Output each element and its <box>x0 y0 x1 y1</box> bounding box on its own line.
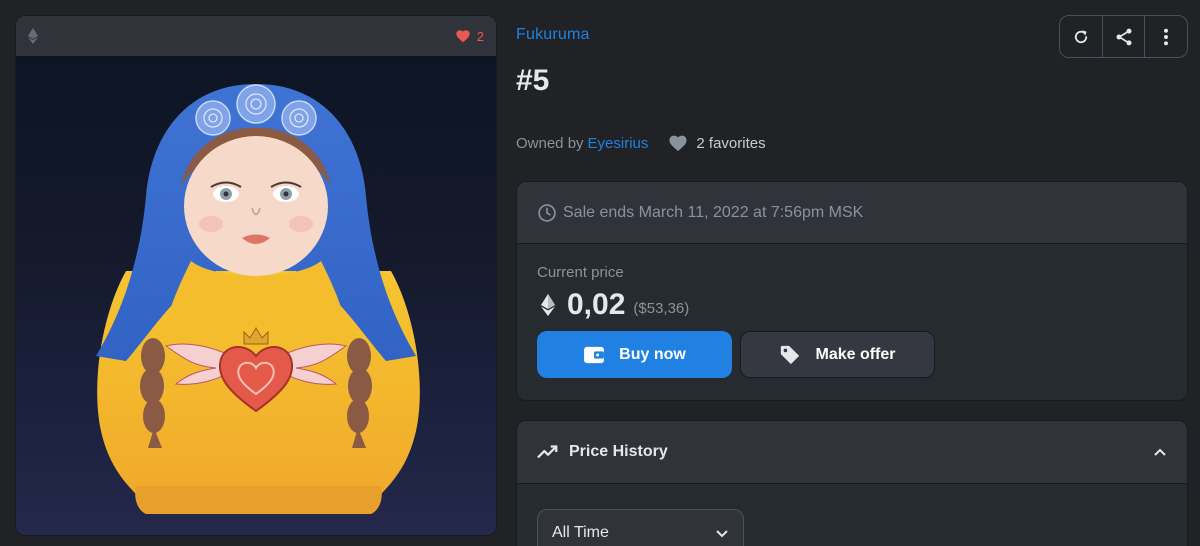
buy-now-button[interactable]: Buy now <box>537 331 732 378</box>
share-button[interactable] <box>1102 16 1146 57</box>
price-history-panel: Price History All Time <box>516 420 1188 546</box>
price-usd: ($53,36) <box>633 299 690 317</box>
media-header: 2 <box>16 16 496 56</box>
buy-now-label: Buy now <box>619 345 686 363</box>
price-row: 0,02 ($53,36) <box>537 287 1167 323</box>
owned-by-label: Owned by <box>516 134 584 152</box>
matryoshka-artwork <box>96 84 420 514</box>
tag-icon <box>781 345 800 364</box>
chevron-up-icon[interactable] <box>1153 447 1167 457</box>
refresh-button[interactable] <box>1060 16 1103 57</box>
favorite-toggle[interactable]: 2 <box>455 29 484 44</box>
heart-icon <box>669 135 687 152</box>
more-icon <box>1164 28 1169 45</box>
price-section: Current price 0,02 ($53,36) Buy now Make… <box>517 244 1187 400</box>
ethereum-icon <box>27 28 39 44</box>
current-price-label: Current price <box>537 264 624 281</box>
item-title: #5 <box>516 64 550 97</box>
owner-link[interactable]: Eyesirius <box>588 135 649 152</box>
favorites-count-text[interactable]: 2 favorites <box>696 135 765 152</box>
time-range-select[interactable]: All Time <box>537 509 744 546</box>
make-offer-button[interactable]: Make offer <box>740 331 935 378</box>
price-history-body: All Time <box>517 484 1187 546</box>
price-history-header[interactable]: Price History <box>517 421 1187 484</box>
price-history-title: Price History <box>569 443 668 460</box>
ethereum-icon <box>541 294 555 316</box>
trending-chart-icon <box>537 445 558 459</box>
wallet-icon <box>584 346 605 363</box>
item-toolbar <box>1059 15 1188 58</box>
sale-panel: Sale ends March 11, 2022 at 7:56pm MSK C… <box>516 181 1188 401</box>
favorite-count: 2 <box>476 28 484 44</box>
chevron-down-icon <box>716 530 728 538</box>
share-icon <box>1116 28 1131 45</box>
owner-row: Owned by Eyesirius 2 favorites <box>516 132 766 154</box>
sale-end-text: Sale ends March 11, 2022 at 7:56pm MSK <box>563 203 864 221</box>
nft-image[interactable] <box>16 56 496 535</box>
nft-media-card: 2 <box>15 15 497 536</box>
make-offer-label: Make offer <box>815 345 896 363</box>
heart-icon <box>456 30 470 43</box>
time-range-value: All Time <box>552 524 609 541</box>
refresh-icon <box>1074 29 1087 43</box>
sale-end-header: Sale ends March 11, 2022 at 7:56pm MSK <box>517 182 1187 244</box>
collection-link[interactable]: Fukuruma <box>516 26 590 44</box>
clock-icon <box>538 203 556 222</box>
price-amount: 0,02 <box>567 288 626 321</box>
more-options-button[interactable] <box>1145 16 1187 57</box>
action-buttons: Buy now Make offer <box>537 331 1167 378</box>
